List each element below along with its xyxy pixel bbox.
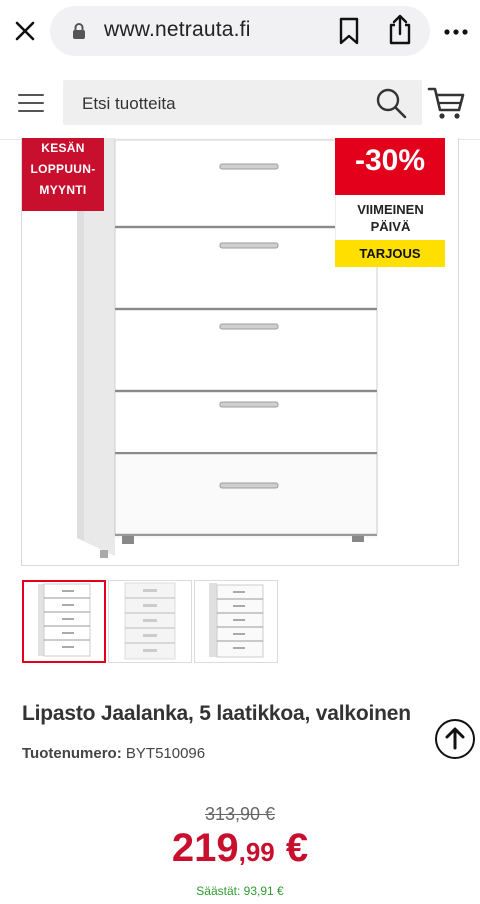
- product-sku: Tuotenumero: BYT510096: [22, 745, 205, 762]
- original-price: 313,90 €: [204, 804, 276, 824]
- last-day-line: VIIMEINEN: [357, 202, 424, 217]
- last-day-badge: VIIMEINEN PÄIVÄ: [335, 195, 445, 240]
- sku-label: Tuotenumero:: [22, 745, 122, 762]
- thumbnail-image: [209, 583, 264, 658]
- cart-icon[interactable]: [427, 84, 465, 122]
- thumbnail-3[interactable]: [194, 580, 278, 663]
- thumbnail-1[interactable]: [22, 580, 106, 663]
- search-placeholder[interactable]: Etsi tuotteita: [82, 94, 176, 114]
- close-button[interactable]: [10, 14, 40, 48]
- more-options-button[interactable]: [442, 22, 470, 42]
- price-decimals: ,99: [238, 837, 275, 867]
- more-icon: [444, 29, 468, 35]
- menu-icon[interactable]: [18, 94, 44, 112]
- bookmark-icon[interactable]: [336, 17, 362, 45]
- lock-icon: [73, 23, 85, 39]
- last-day-line: PÄIVÄ: [370, 219, 411, 234]
- discount-badge: -30%: [335, 138, 445, 195]
- thumbnail-image: [38, 583, 91, 657]
- summer-sale-badge: KESÄN LOPPUUN- MYYNTI: [22, 138, 104, 211]
- sku-value: BYT510096: [125, 745, 206, 762]
- close-icon: [15, 21, 35, 41]
- thumbnail-image: [124, 582, 176, 660]
- offer-badge: TARJOUS: [335, 240, 445, 267]
- sale-badge-line: KESÄN: [41, 141, 85, 155]
- savings-text: Säästät: 93,91 €: [196, 884, 284, 898]
- product-title: Lipasto Jaalanka, 5 laatikkoa, valkoinen: [22, 702, 411, 725]
- current-price: 219,99 €: [0, 826, 480, 871]
- sale-badge-line: LOPPUUN-: [30, 162, 96, 176]
- price-integer: 219: [171, 826, 239, 870]
- share-icon[interactable]: [386, 14, 414, 46]
- sale-badge-line: MYYNTI: [39, 183, 87, 197]
- search-icon[interactable]: [374, 86, 408, 120]
- arrow-up-icon: [445, 727, 465, 750]
- scroll-to-top-button[interactable]: [435, 719, 475, 759]
- thumbnail-2[interactable]: [108, 580, 192, 663]
- price-currency: €: [274, 826, 309, 870]
- url-text[interactable]: www.netrauta.fi: [104, 18, 251, 42]
